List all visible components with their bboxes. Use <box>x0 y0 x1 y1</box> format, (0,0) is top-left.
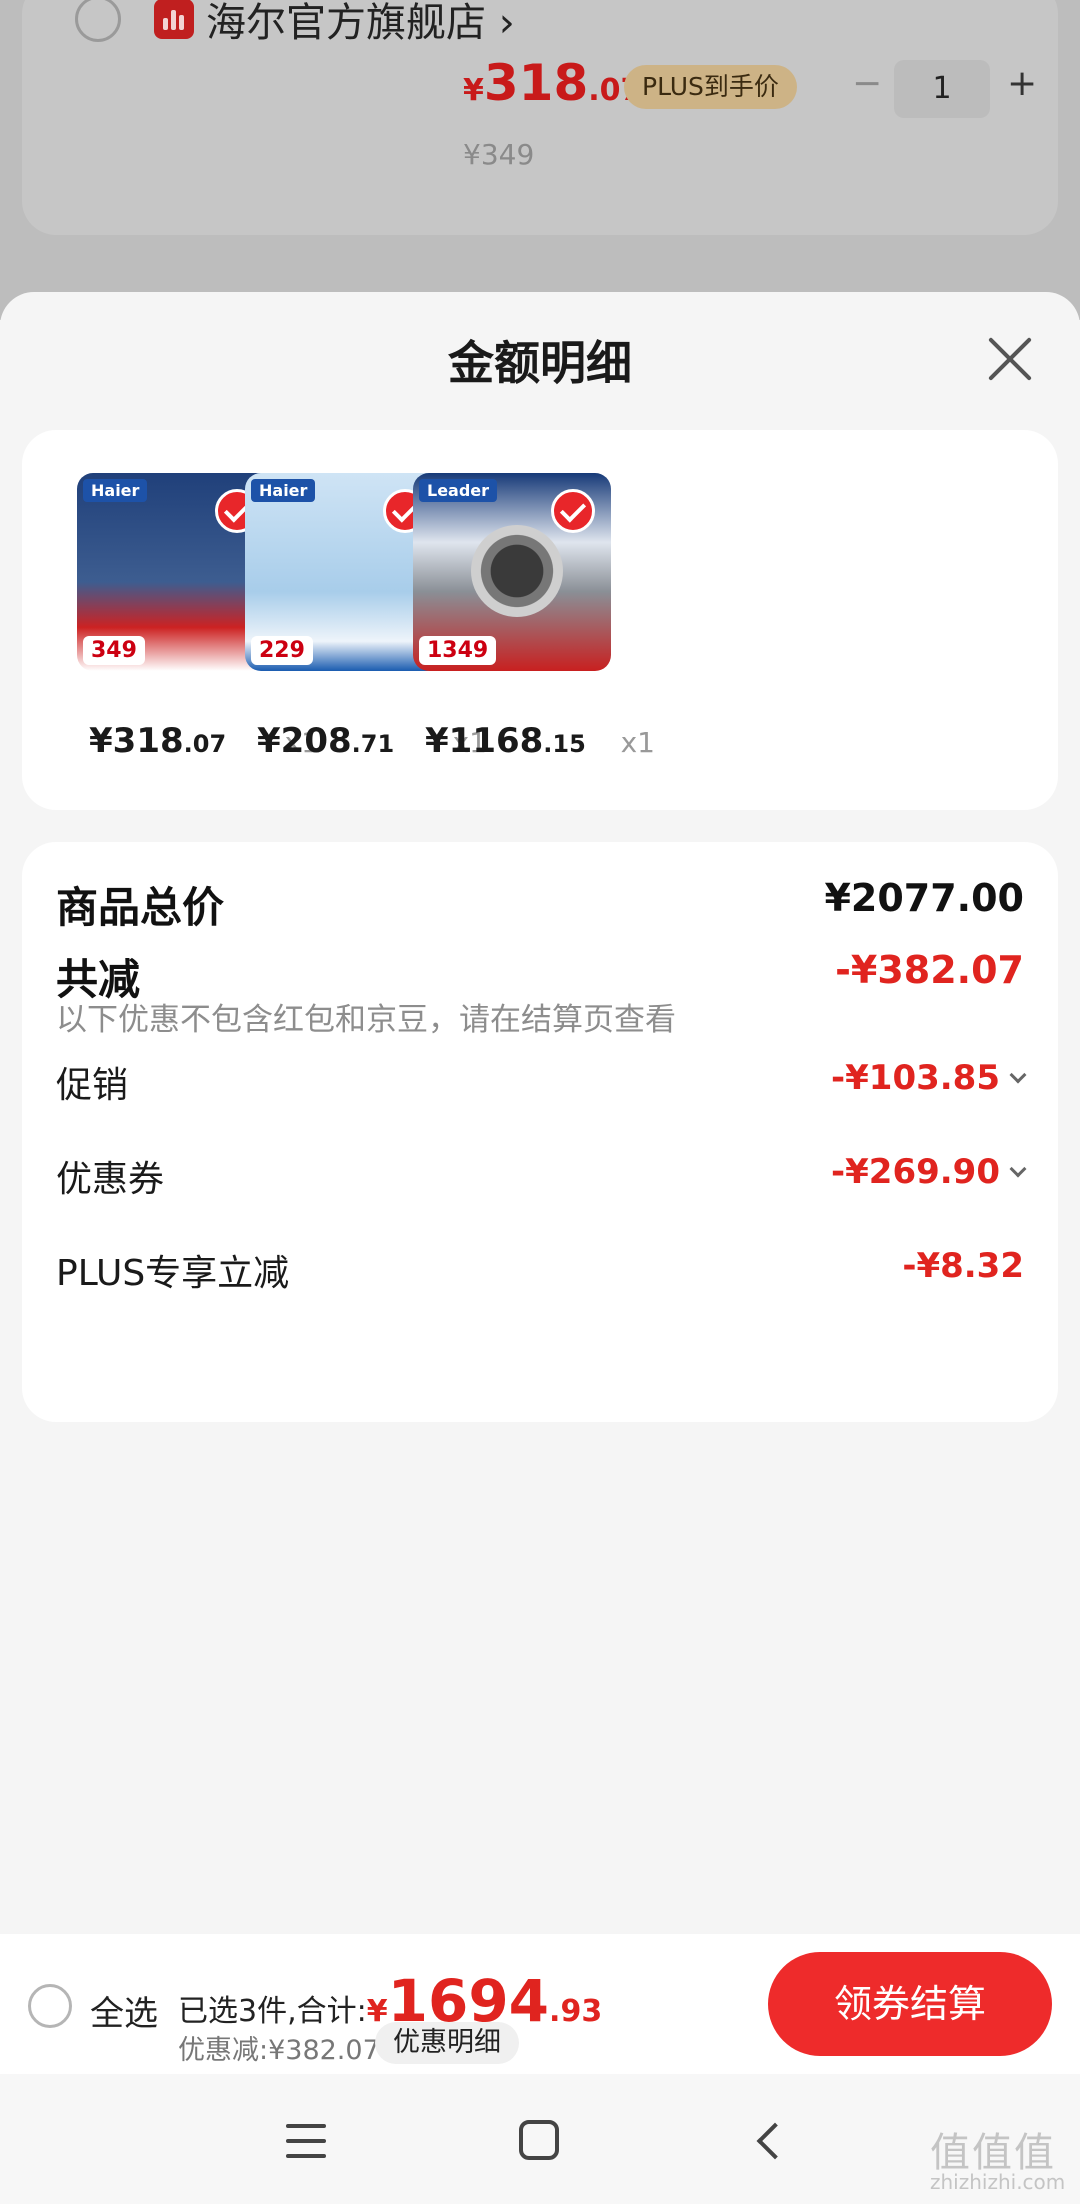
total-label: 商品总价 <box>56 883 225 932</box>
product-item[interactable]: Leader 1349 ¥1168.15 x1 <box>413 473 655 761</box>
checkout-button[interactable]: 领券结算 <box>768 1952 1052 2056</box>
coupon-row-toggle[interactable]: -¥269.90 <box>831 1152 1027 1192</box>
watermark-url: zhizhizhi.com <box>930 2170 1066 2194</box>
thumb-price: 229 <box>251 636 313 665</box>
select-all-label[interactable]: 全选 <box>90 1986 158 2035</box>
store-icon <box>154 0 194 39</box>
total-currency: ¥ <box>366 1994 388 2029</box>
thumb-brand: Haier <box>251 479 316 502</box>
discount-amount: 优惠减:¥382.07 <box>178 2035 380 2066</box>
plus-price-badge: PLUS到手价 <box>624 65 797 109</box>
product-price-dec: .15 <box>543 730 586 758</box>
store-select-radio[interactable] <box>75 0 121 42</box>
product-price-int: ¥1168 <box>425 721 544 761</box>
coupon-label: 优惠券 <box>56 1159 165 1200</box>
store-chevron-icon: › <box>498 0 515 46</box>
thumb-price: 349 <box>83 636 145 665</box>
background-cart-page: 海尔官方旗舰店 › ¥318.07 PLUS到手价 − 1 + ¥349 <box>0 0 1080 320</box>
promo-value: -¥103.85 <box>831 1058 1000 1098</box>
original-price: ¥349 <box>463 138 535 171</box>
coupon-value: -¥269.90 <box>831 1152 1000 1192</box>
store-name-link[interactable]: 海尔官方旗舰店 › <box>206 0 515 48</box>
promo-row-toggle[interactable]: -¥103.85 <box>831 1058 1027 1098</box>
product-price-dec: .07 <box>183 730 227 758</box>
system-nav-bar <box>0 2074 1080 2204</box>
selection-total: 已选3件,合计: ¥ 1694 .93 <box>178 1972 602 2030</box>
plus-discount-label: PLUS专享立减 <box>56 1253 290 1294</box>
reduce-value: -¥382.07 <box>835 948 1024 992</box>
checkout-bar: 全选 已选3件,合计: ¥ 1694 .93 优惠减:¥382.07 优惠明细 … <box>0 1934 1080 2074</box>
thumb-brand: Haier <box>83 479 148 502</box>
close-icon[interactable] <box>985 334 1035 384</box>
cart-store-card: 海尔官方旗舰店 › ¥318.07 PLUS到手价 − 1 + ¥349 <box>22 0 1058 235</box>
check-icon <box>551 489 595 533</box>
thumb-brand: Leader <box>419 479 498 502</box>
qty-input[interactable]: 1 <box>894 60 990 118</box>
product-price-dec: .71 <box>351 730 395 758</box>
price-currency: ¥ <box>463 73 484 108</box>
total-decimal: .93 <box>549 1994 603 2029</box>
back-icon[interactable] <box>756 2122 794 2160</box>
product-price: ¥208.71 <box>257 721 394 761</box>
home-icon[interactable] <box>519 2120 559 2160</box>
product-price: ¥318.07 <box>89 721 226 761</box>
price-integer: 318 <box>483 54 589 112</box>
qty-plus-button[interactable]: + <box>1007 66 1037 102</box>
product-thumbnail: Leader 1349 <box>413 473 611 671</box>
product-qty: x1 <box>620 726 655 759</box>
thumb-price: 1349 <box>419 636 497 665</box>
promo-label: 促销 <box>56 1065 129 1106</box>
chevron-down-icon <box>1009 1160 1027 1178</box>
select-all-radio[interactable] <box>28 1984 72 2028</box>
menu-icon[interactable] <box>286 2124 326 2158</box>
price-summary-card: 商品总价 ¥2077.00 共减 -¥382.07 以下优惠不包含红包和京豆，请… <box>22 842 1058 1422</box>
discount-note: 以下优惠不包含红包和京豆，请在结算页查看 <box>56 1002 676 1038</box>
plus-discount-value: -¥8.32 <box>902 1246 1024 1286</box>
amount-detail-sheet: 金额明细 Haier 349 ¥318.07 x1 Haier 229 ¥208… <box>0 292 1080 1932</box>
product-price: ¥1168.15 <box>425 721 586 761</box>
qty-minus-button[interactable]: − <box>852 66 882 102</box>
cart-item-price: ¥318.07 <box>463 58 641 108</box>
product-price-int: ¥208 <box>257 721 352 761</box>
selected-count-text: 已选3件,合计: <box>178 1994 367 2029</box>
washing-machine-image <box>471 525 563 617</box>
products-card: Haier 349 ¥318.07 x1 Haier 229 ¥208.71 x… <box>22 430 1058 810</box>
total-value: ¥2077.00 <box>824 876 1024 920</box>
product-price-int: ¥318 <box>89 721 184 761</box>
sheet-title: 金额明细 <box>448 336 632 390</box>
chevron-down-icon <box>1009 1066 1027 1084</box>
discount-detail-button[interactable]: 优惠明细 <box>375 2022 519 2064</box>
store-name: 海尔官方旗舰店 <box>206 0 486 46</box>
